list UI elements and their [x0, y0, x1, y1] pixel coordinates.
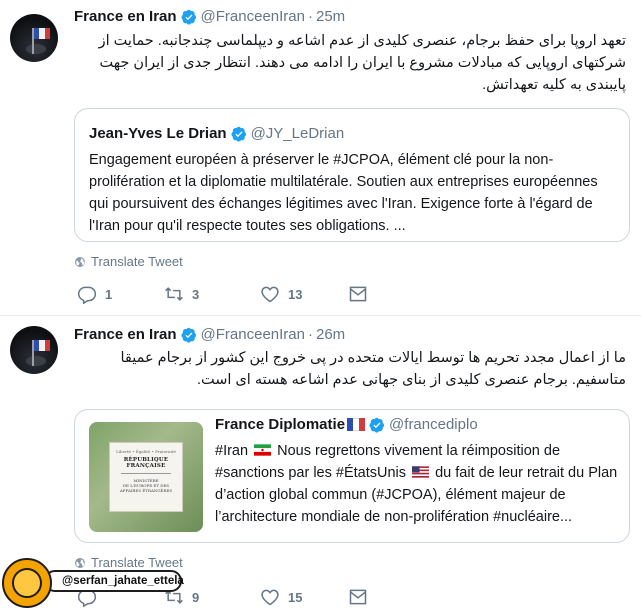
watermark-handle-bar: @serfan_jahate_ettela [44, 570, 184, 592]
avatar[interactable] [10, 14, 58, 62]
tweet-header: France en Iran @FranceenIran · 25m [74, 8, 345, 25]
quoted-tweet-header: France Diplomatie @francediplo [215, 416, 478, 433]
like-button[interactable]: 15 [260, 587, 348, 607]
france-flag-icon [347, 418, 366, 431]
quoted-author-name: France Diplomatie [215, 416, 346, 433]
quoted-tweet-header: Jean-Yves Le Drian @JY_LeDrian [89, 125, 344, 142]
avatar[interactable] [10, 326, 58, 374]
globe-icon [75, 256, 85, 267]
plaque-divider [121, 473, 171, 474]
share-button[interactable] [348, 587, 368, 607]
france-flag-icon [34, 340, 50, 351]
like-count: 15 [288, 589, 303, 605]
quoted-tweet[interactable]: Liberté • Égalité • Fraternité RÉPUBLIQU… [74, 409, 630, 543]
watermark-handle: @serfan_jahate_ettela [62, 575, 184, 587]
verified-badge-icon [181, 9, 196, 25]
france-flag-icon [34, 28, 50, 39]
tweet-text: تعهد اروپا برای حفظ برجام، عنصری کلیدی ا… [98, 33, 626, 93]
tweet-actions: 1 3 13 [77, 284, 368, 304]
like-icon [261, 286, 279, 303]
tweet-text: ما از اعمال مجدد تحریم ها توسط ایالات مت… [120, 350, 626, 388]
quoted-tweet-text: Engagement européen à préserver le #JCPO… [89, 152, 598, 234]
tweet-header: France en Iran @FranceenIran · 26m [74, 326, 345, 343]
plaque-motto: Liberté • Égalité • Fraternité [116, 449, 176, 454]
iran-flag-icon [254, 444, 272, 456]
retweet-icon [165, 287, 183, 301]
author-name[interactable]: France en Iran [74, 326, 177, 343]
verified-badge-icon [369, 417, 385, 433]
author-handle[interactable]: @FranceenIran [201, 326, 305, 343]
separator: · [308, 326, 313, 343]
tweet-timestamp[interactable]: 26m [316, 326, 345, 343]
avatar-background [26, 356, 46, 366]
quoted-text-hashtag-iran: #Iran [215, 443, 249, 459]
quoted-tweet[interactable]: Jean-Yves Le Drian @JY_LeDrian Engagemen… [74, 108, 630, 242]
reply-count: 1 [105, 286, 113, 302]
quoted-tweet-text: #Iran Nous regrettons vivement la réimpo… [215, 440, 623, 528]
like-icon [261, 589, 279, 606]
verified-badge-icon [181, 327, 196, 343]
plaque-republic: RÉPUBLIQUE FRANÇAISE [123, 457, 169, 469]
retweet-count: 3 [192, 286, 200, 302]
separator: · [308, 8, 313, 25]
quoted-author-handle: @francediplo [389, 416, 478, 433]
author-handle[interactable]: @FranceenIran [201, 8, 305, 25]
tweet-1[interactable]: France en Iran @FranceenIran · 25m تعهد … [0, 0, 641, 316]
ministry-plaque: Liberté • Égalité • Fraternité RÉPUBLIQU… [109, 442, 183, 512]
plaque-line-3: AFFAIRES ÉTRANGÈRES [119, 488, 173, 493]
channel-watermark: @serfan_jahate_ettela [0, 556, 200, 610]
watermark-logo [2, 558, 52, 608]
us-flag-icon [412, 466, 430, 478]
reply-icon [77, 286, 97, 304]
like-count: 13 [288, 286, 303, 302]
quoted-author-name: Jean-Yves Le Drian [89, 125, 227, 142]
retweet-button[interactable]: 3 [164, 284, 260, 304]
quoted-author-handle: @JY_LeDrian [250, 125, 345, 142]
share-icon [349, 589, 367, 605]
share-icon [349, 286, 367, 302]
watermark-logo-inner [12, 568, 42, 598]
share-button[interactable] [348, 284, 368, 304]
reply-button[interactable]: 1 [77, 284, 164, 304]
quoted-tweet-image[interactable]: Liberté • Égalité • Fraternité RÉPUBLIQU… [89, 422, 203, 532]
tweet-timestamp[interactable]: 25m [316, 8, 345, 25]
avatar-background [26, 44, 46, 54]
like-button[interactable]: 13 [260, 284, 348, 304]
translate-label[interactable]: Translate Tweet [91, 254, 183, 269]
translate-tweet-link[interactable]: Translate Tweet [74, 254, 183, 269]
verified-badge-icon [231, 126, 246, 142]
author-name[interactable]: France en Iran [74, 8, 177, 25]
